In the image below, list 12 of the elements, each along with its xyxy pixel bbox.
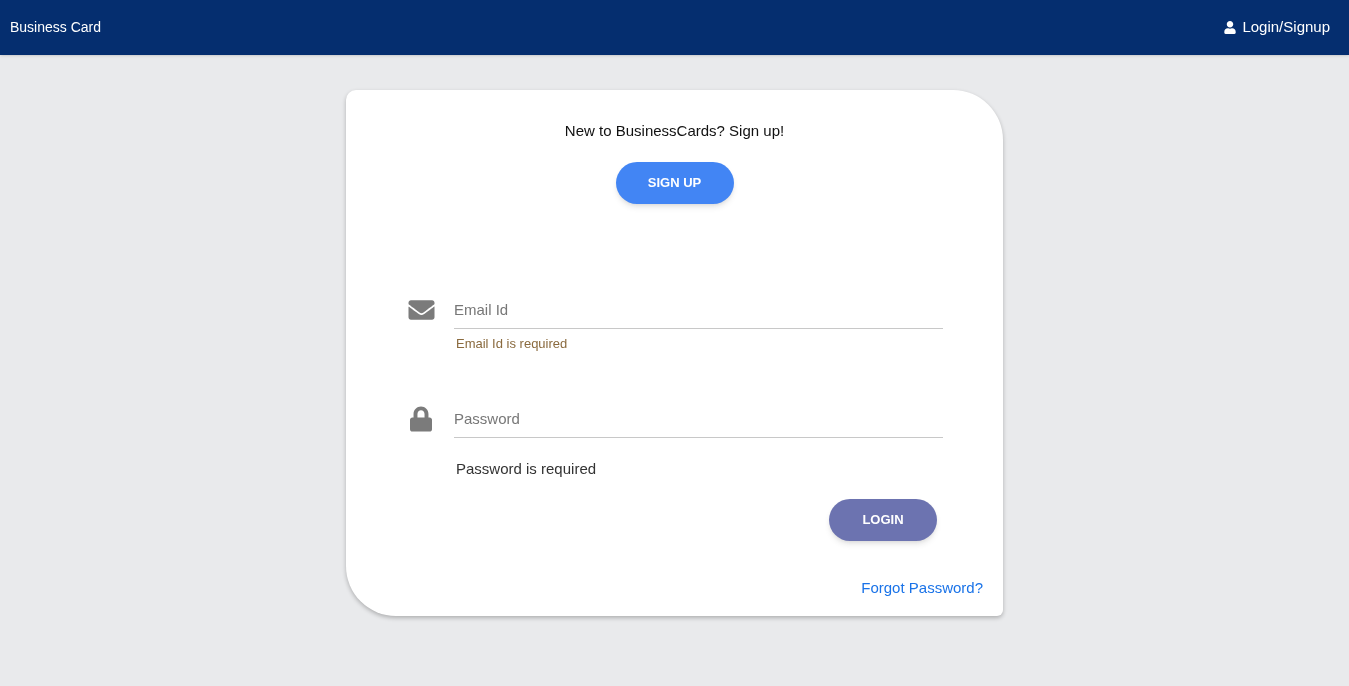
signup-button[interactable]: SIGN UP bbox=[615, 161, 734, 204]
error-message: Password is required bbox=[455, 459, 598, 479]
user-icon bbox=[1224, 21, 1237, 34]
login-button[interactable]: LOGIN bbox=[829, 498, 937, 541]
login-link[interactable]: Login/Signup bbox=[1224, 16, 1339, 39]
signup-prompt: New to BusinessCards? Sign up! bbox=[563, 121, 786, 141]
password-field[interactable]: Password bbox=[454, 398, 943, 438]
error-message: Email Id is required bbox=[455, 334, 569, 353]
email-field[interactable]: Email Id bbox=[454, 288, 943, 329]
forgot-password-link[interactable]: Forgot Password? bbox=[861, 576, 983, 599]
lock-icon bbox=[410, 406, 432, 432]
app-title: Business Card bbox=[10, 18, 102, 37]
